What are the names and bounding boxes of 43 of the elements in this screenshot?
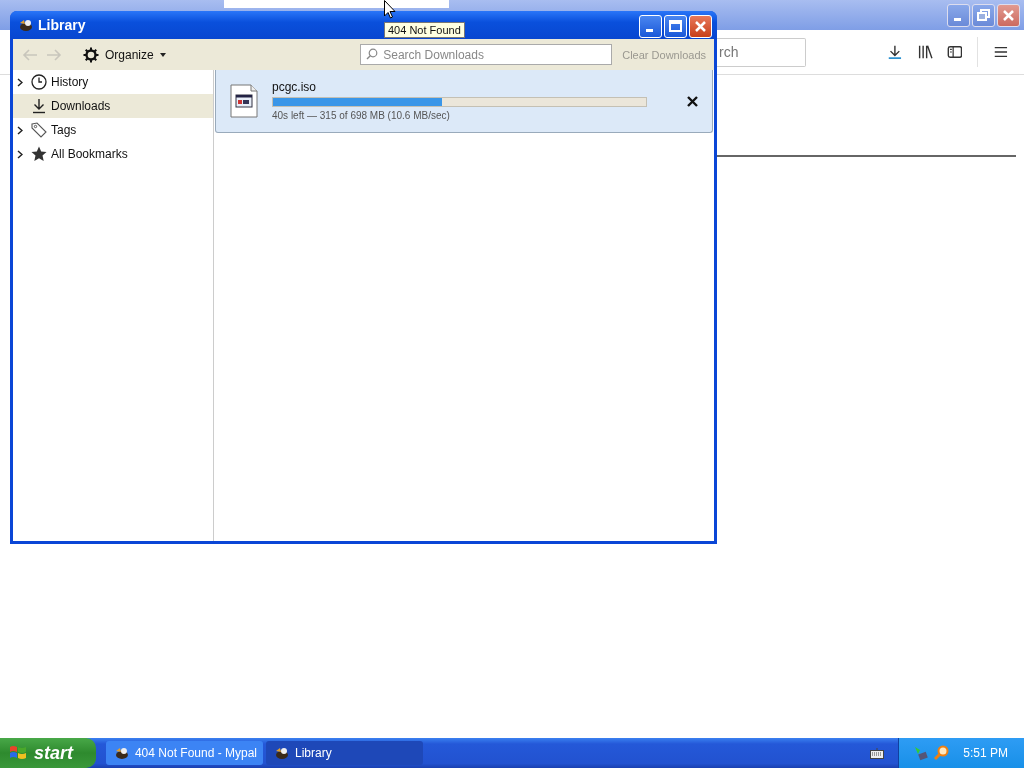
minimize-button[interactable] [947, 4, 970, 27]
download-item[interactable]: pcgc.iso 40s left — 315 of 698 MB (10.6 MB/sec) [215, 70, 713, 133]
gear-icon [83, 46, 99, 63]
close-button[interactable] [997, 4, 1020, 27]
app-icon [18, 17, 34, 33]
tooltip: 404 Not Found [384, 22, 465, 38]
chevron-icon[interactable] [17, 125, 23, 135]
caret-icon [159, 52, 166, 57]
window-title: Library [38, 17, 86, 33]
download-icon[interactable] [886, 43, 903, 61]
download-status: 40s left — 315 of 698 MB (10.6 MB/sec) [272, 109, 451, 121]
app-icon [114, 745, 130, 761]
keyboard-icon[interactable] [870, 747, 885, 759]
clock-icon [31, 74, 47, 90]
sidebar-item[interactable]: History [13, 70, 213, 94]
clock: 5:51 PM [963, 746, 1008, 760]
star-icon [31, 146, 47, 162]
file-icon [230, 84, 258, 118]
library-icon[interactable] [916, 43, 933, 61]
network-icon[interactable] [913, 745, 930, 761]
minimize-icon [954, 18, 961, 21]
app-icon [274, 745, 290, 761]
file-name: pcgc.iso [272, 79, 318, 94]
organize-button[interactable]: Organize [79, 44, 170, 65]
taskbar-button[interactable]: Library [266, 741, 423, 765]
magnifier-icon[interactable] [933, 745, 950, 761]
cancel-icon[interactable] [687, 95, 698, 107]
cursor-icon [384, 0, 396, 19]
windows-logo [8, 744, 28, 762]
restore-button[interactable] [972, 4, 995, 27]
chevron-icon[interactable] [17, 149, 23, 159]
chevron-icon[interactable] [17, 77, 23, 87]
maximize-button[interactable] [664, 15, 687, 38]
download-icon [31, 98, 47, 114]
start-button[interactable]: start [0, 738, 96, 768]
search-icon [366, 48, 379, 60]
sidebar-item[interactable]: Tags [13, 118, 213, 142]
tag-icon [31, 122, 47, 138]
search-field[interactable]: Search Downloads [360, 44, 613, 65]
sidebar-item[interactable]: Downloads [13, 94, 213, 118]
sidebar-icon[interactable] [946, 43, 963, 61]
sidebar-item[interactable]: All Bookmarks [13, 142, 213, 166]
taskbar-button[interactable]: 404 Not Found - Mypal [106, 741, 263, 765]
